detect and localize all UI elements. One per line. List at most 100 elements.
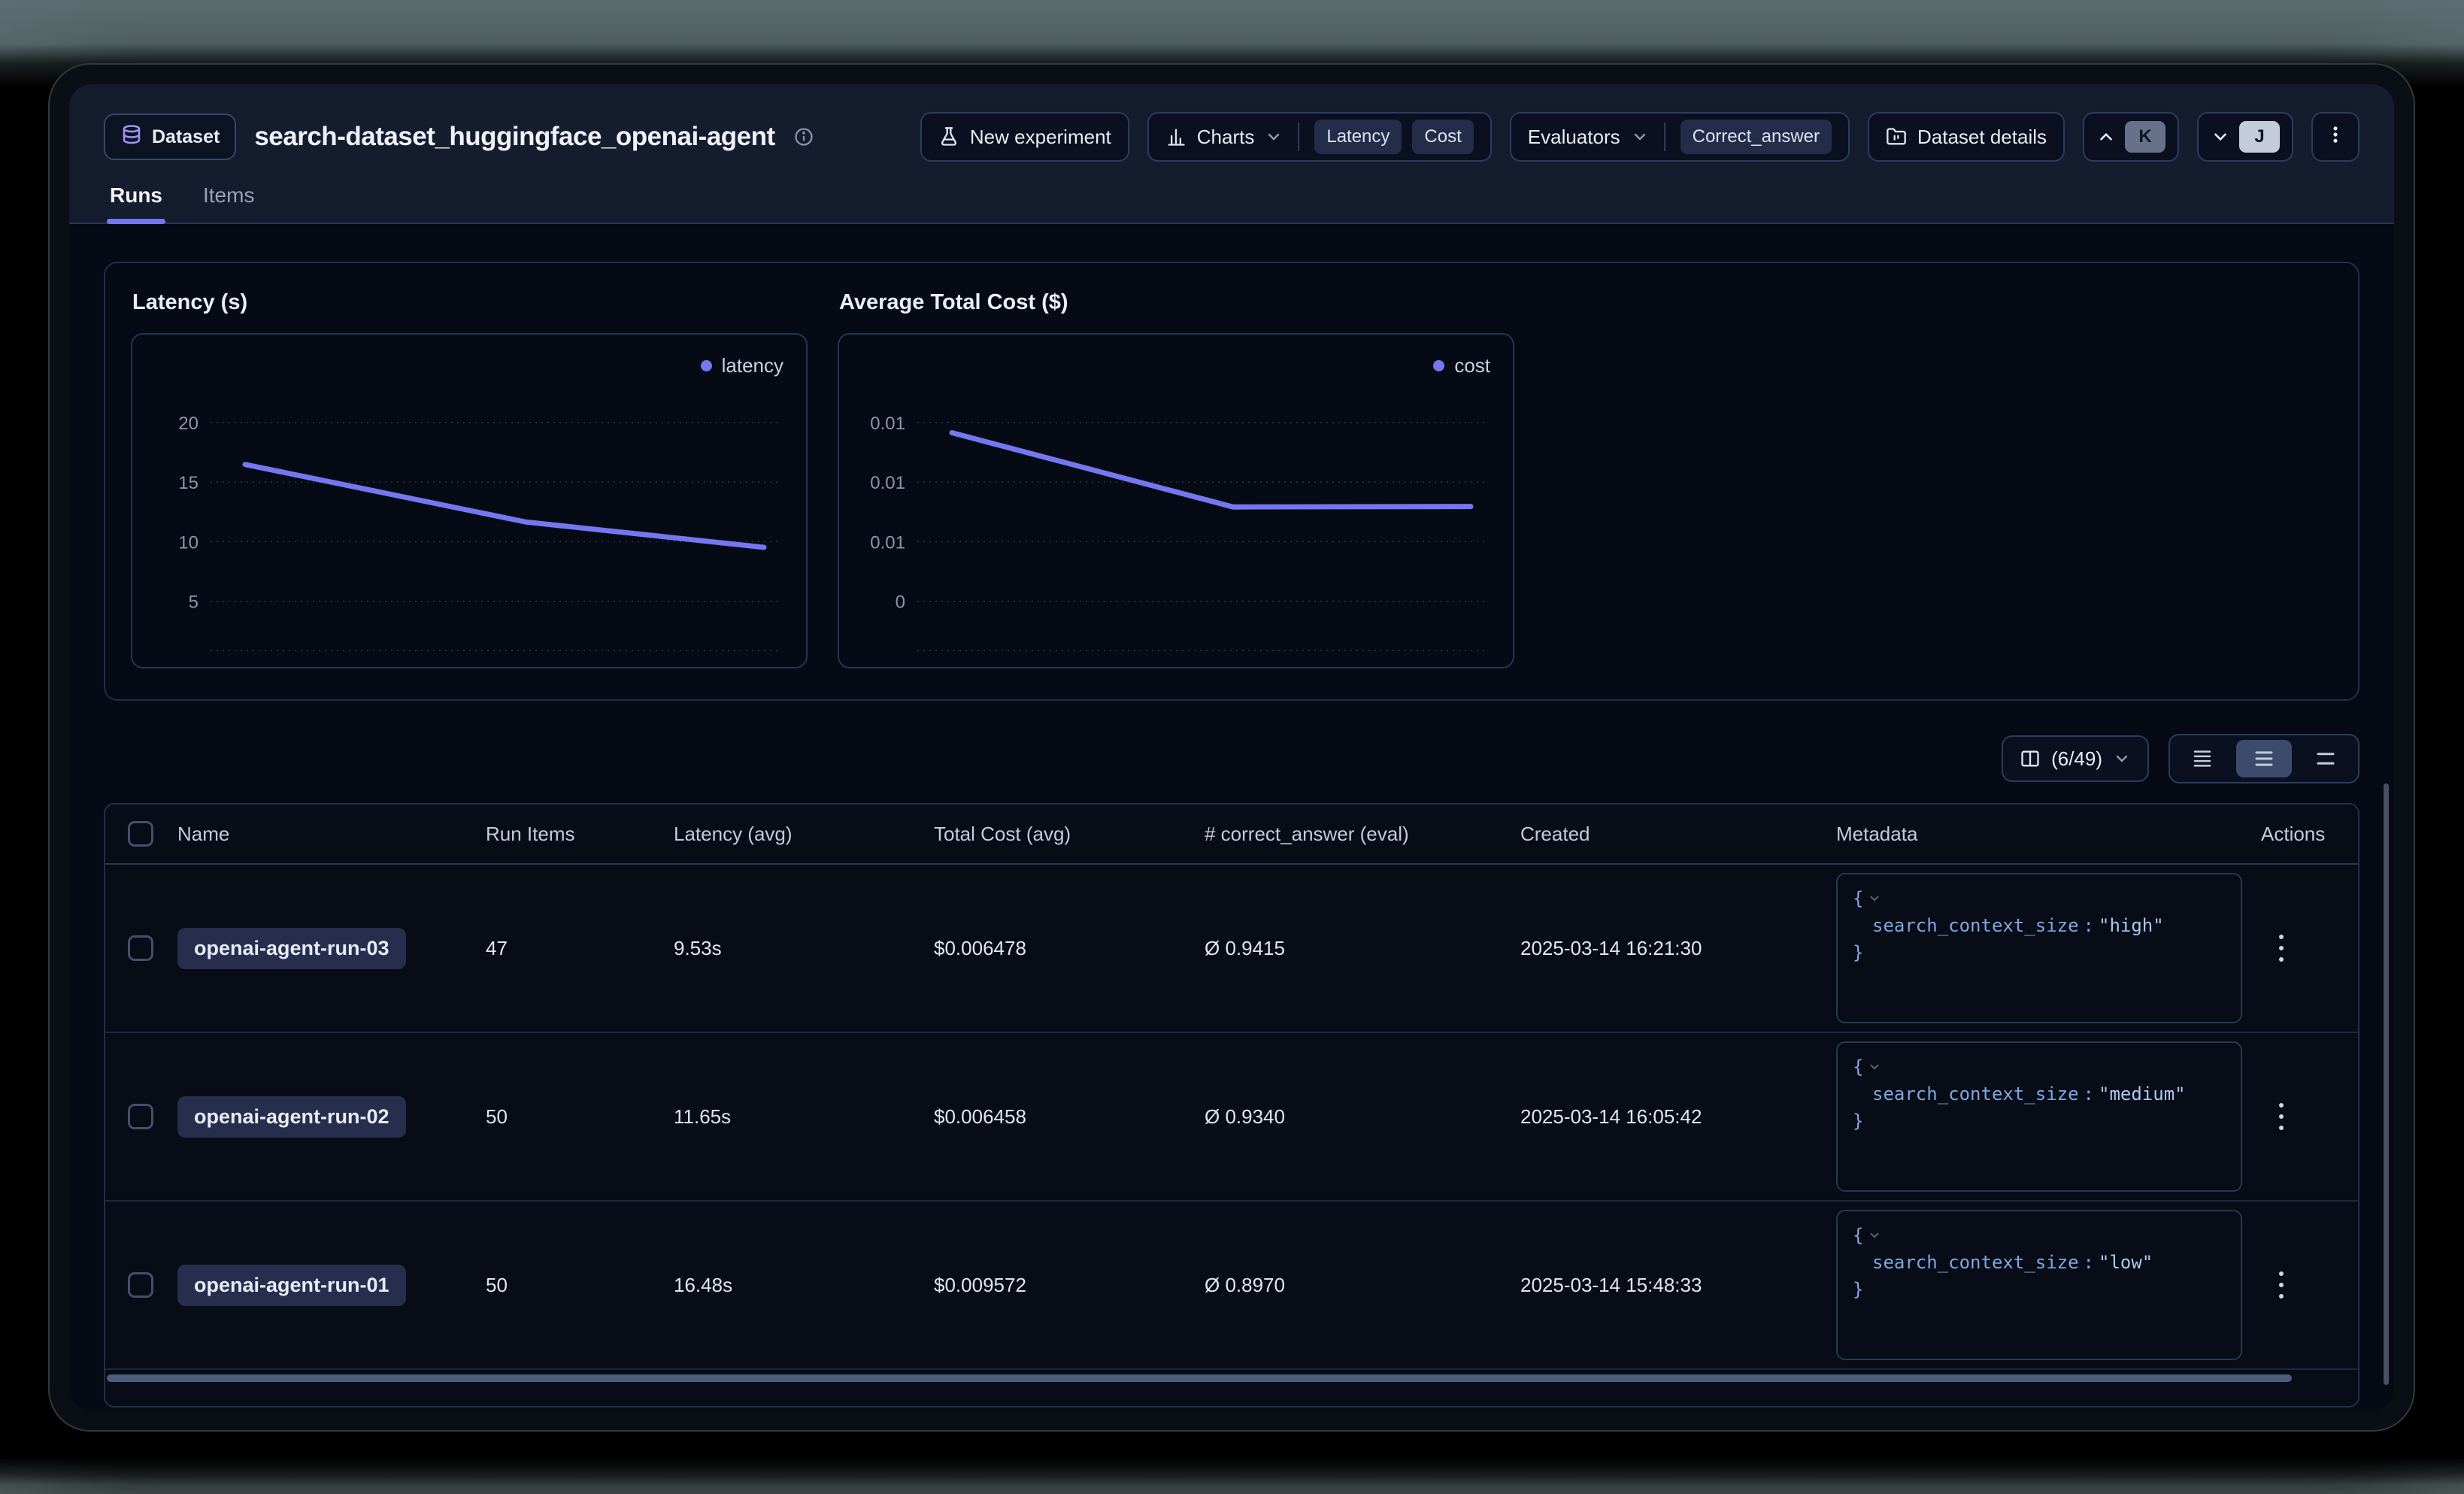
run-name-pill[interactable]: openai-agent-run-03 [177,928,406,969]
json-value: "high" [2099,912,2164,939]
column-header-metadata: Metadata [1836,823,2261,846]
evaluator-chip-correct-answer[interactable]: Correct_answer [1681,120,1832,154]
legend-label: latency [722,354,783,377]
cost-chart-legend: cost [1433,354,1490,377]
dataset-details-label: Dataset details [1917,126,2047,149]
svg-text:15: 15 [178,473,199,493]
latency-chart-legend: latency [701,354,783,377]
page-title: search-dataset_huggingface_openai-agent [254,122,774,152]
dataset-details-button[interactable]: Dataset details [1868,112,2065,162]
table-controls: (6/49) [104,734,2359,783]
header-toolbar: Dataset search-dataset_huggingface_opena… [104,102,2359,171]
tab-items[interactable]: Items [200,179,257,223]
info-icon[interactable] [793,126,814,147]
json-close-brace: } [1853,1108,1863,1135]
json-colon: : [2084,912,2094,939]
latency-cell: 9.53s [674,937,934,960]
metadata-json-viewer: { search_context_size: "high" } [1836,873,2242,1023]
kebab-icon [2325,124,2346,150]
svg-text:5: 5 [189,592,199,613]
latency-cell: 16.48s [674,1274,934,1297]
page-header: Dataset search-dataset_huggingface_opena… [69,84,2394,224]
columns-icon [2020,748,2041,769]
row-actions-kebab[interactable] [2261,1271,2302,1299]
column-header-run-items: Run Items [486,823,674,846]
column-header-name: Name [177,823,486,846]
chevron-down-icon [2113,750,2131,768]
table-row[interactable]: openai-agent-run-03 47 9.53s $0.006478 Ø… [105,865,2358,1033]
column-visibility-button[interactable]: (6/49) [2002,735,2149,782]
json-open-brace: { [1853,1053,1863,1080]
run-name-pill[interactable]: openai-agent-run-01 [177,1265,406,1306]
json-colon: : [2084,1249,2094,1276]
main-content: Latency (s) 2015105 latency Average Tota… [69,224,2394,1411]
bar-chart-icon [1165,126,1187,147]
runs-table: Name Run Items Latency (avg) Total Cost … [104,803,2359,1408]
json-collapse-chevron-icon[interactable] [1868,1229,1881,1242]
row-height-compact-option[interactable] [2175,740,2230,777]
chevron-down-icon [2211,127,2230,147]
cost-chart-card: 0.010.010.010 cost [838,333,1514,668]
new-experiment-button[interactable]: New experiment [920,112,1129,162]
previous-run-button[interactable]: K [2083,112,2179,162]
app-window: Dataset search-dataset_huggingface_opena… [48,63,2415,1432]
row-height-medium-option[interactable] [2236,740,2292,777]
json-value: "medium" [2099,1080,2186,1108]
svg-text:0.01: 0.01 [870,414,905,434]
json-colon: : [2084,1080,2094,1108]
table-header-row: Name Run Items Latency (avg) Total Cost … [105,805,2358,865]
database-icon [120,124,143,150]
evaluators-button[interactable]: Evaluators Correct_answer [1510,112,1850,162]
json-close-brace: } [1853,1276,1863,1303]
created-cell: 2025-03-14 15:48:33 [1520,1274,1836,1297]
run-items-cell: 50 [486,1105,674,1129]
charts-panel: Latency (s) 2015105 latency Average Tota… [104,262,2359,701]
row-actions-kebab[interactable] [2261,935,2302,962]
table-row[interactable]: openai-agent-run-02 50 11.65s $0.006458 … [105,1033,2358,1202]
svg-text:10: 10 [178,533,199,553]
json-collapse-chevron-icon[interactable] [1868,1060,1881,1074]
latency-chart-title: Latency (s) [132,290,808,315]
chart-chip-cost[interactable]: Cost [1412,120,1473,154]
json-value: "low" [2099,1249,2153,1276]
legend-label: cost [1454,354,1490,377]
json-open-brace: { [1853,885,1863,912]
json-open-brace: { [1853,1222,1863,1249]
cost-chart-title: Average Total Cost ($) [839,290,1514,315]
table-row[interactable]: openai-agent-run-01 50 16.48s $0.009572 … [105,1202,2358,1370]
row-height-tall-option[interactable] [2298,740,2353,777]
new-experiment-label: New experiment [970,126,1111,149]
keyboard-shortcut-j: J [2239,121,2280,153]
metadata-json-viewer: { search_context_size: "low" } [1836,1210,2242,1360]
header-more-actions-button[interactable] [2311,112,2359,162]
row-checkbox[interactable] [128,1272,153,1298]
cost-chart: 0.010.010.010 [839,335,1513,667]
run-items-cell: 47 [486,937,674,960]
latency-cell: 11.65s [674,1105,934,1129]
run-items-cell: 50 [486,1274,674,1297]
row-checkbox[interactable] [128,935,153,961]
json-close-brace: } [1853,939,1863,966]
keyboard-shortcut-k: K [2125,121,2165,153]
dataset-badge-label: Dataset [152,126,220,148]
correct-answer-cell: Ø 0.9415 [1205,937,1520,960]
app-screen: Dataset search-dataset_huggingface_opena… [69,84,2394,1411]
next-run-button[interactable]: J [2197,112,2293,162]
total-cost-cell: $0.006478 [934,937,1205,960]
cost-chart-block: Average Total Cost ($) 0.010.010.010 cos… [838,289,1514,666]
column-count-label: (6/49) [2051,747,2102,771]
json-key: search_context_size [1872,1249,2079,1276]
horizontal-scrollbar-thumb[interactable] [107,1374,2292,1382]
json-collapse-chevron-icon[interactable] [1868,892,1881,905]
tab-runs[interactable]: Runs [107,179,165,223]
dataset-badge: Dataset [104,114,236,160]
latency-chart-card: 2015105 latency [131,333,808,668]
vertical-scrollbar-thumb[interactable] [2384,783,2389,1385]
row-checkbox[interactable] [128,1104,153,1129]
row-actions-kebab[interactable] [2261,1103,2302,1130]
json-key: search_context_size [1872,912,2079,939]
select-all-checkbox[interactable] [128,821,153,847]
chart-chip-latency[interactable]: Latency [1314,120,1402,154]
charts-button[interactable]: Charts Latency Cost [1147,112,1492,162]
run-name-pill[interactable]: openai-agent-run-02 [177,1096,406,1138]
